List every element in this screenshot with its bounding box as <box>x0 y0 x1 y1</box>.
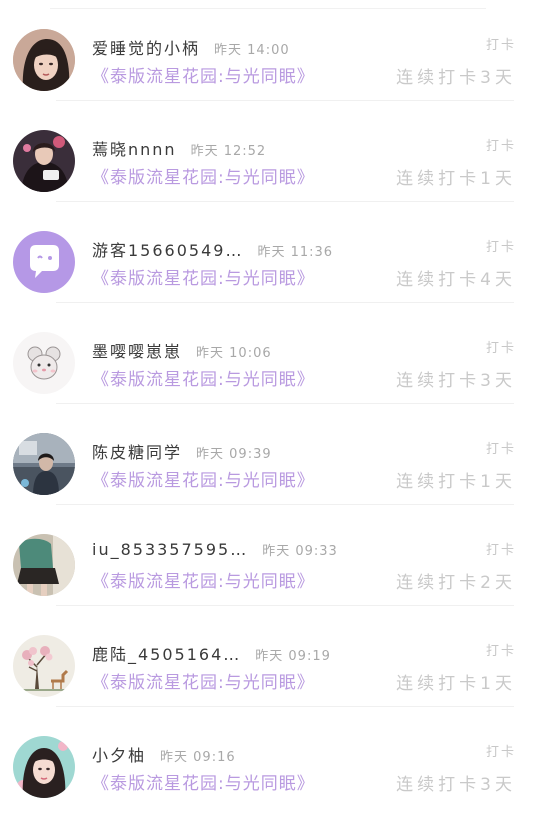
user-name[interactable]: 游客15660549… 昨天 11:36 <box>92 237 333 261</box>
book-title-link[interactable]: 《泰版流星花园:与光同眠》 <box>92 62 315 87</box>
checkin-label: 打卡 <box>485 341 516 356</box>
user-name[interactable]: 墨嘤嘤崽崽 昨天 10:06 <box>92 338 272 362</box>
user-name[interactable]: 蔫晓nnnn 昨天 12:52 <box>92 136 266 160</box>
streak-count: 连续打卡3天 <box>396 371 516 391</box>
list-item[interactable]: iu_853357595… 昨天 09:33 《泰版流星花园:与光同眠》 打卡 连… <box>0 505 536 606</box>
checkin-time: 昨天 12:52 <box>190 144 267 159</box>
list-item[interactable]: 陈皮糖同学 昨天 09:39 《泰版流星花园:与光同眠》 打卡 连续打卡1天 <box>0 404 536 505</box>
book-title-link[interactable]: 《泰版流星花园:与光同眠》 <box>92 466 315 491</box>
checkin-time: 昨天 10:06 <box>196 346 272 361</box>
streak-count: 连续打卡4天 <box>396 270 516 290</box>
checkin-label: 打卡 <box>485 38 516 53</box>
user-name[interactable]: 鹿陆_4505164… 昨天 09:19 <box>92 641 331 665</box>
list-item[interactable]: 蔫晓nnnn 昨天 12:52 《泰版流星花园:与光同眠》 打卡 连续打卡1天 <box>0 101 536 202</box>
streak-count: 连续打卡1天 <box>396 472 516 492</box>
checkin-time: 昨天 11:36 <box>257 245 334 260</box>
girl-portrait-avatar[interactable] <box>13 736 75 798</box>
book-title-link[interactable]: 《泰版流星花园:与光同眠》 <box>92 365 315 390</box>
user-name[interactable]: iu_853357595… 昨天 09:33 <box>92 540 338 559</box>
checkin-label: 打卡 <box>485 240 516 255</box>
green-outfit-avatar[interactable] <box>13 534 75 596</box>
book-title-link[interactable]: 《泰版流星花园:与光同眠》 <box>92 769 315 794</box>
default-chat-bubble-avatar[interactable] <box>13 231 75 293</box>
user-name[interactable]: 爱睡觉的小柄 昨天 14:00 <box>92 35 290 59</box>
mouse-sticker-avatar[interactable] <box>13 332 75 394</box>
checkin-label: 打卡 <box>485 745 516 760</box>
checkin-time: 昨天 09:19 <box>255 649 331 664</box>
list-item[interactable]: 爱睡觉的小柄 昨天 14:00 《泰版流星花园:与光同眠》 打卡 连续打卡3天 <box>0 0 536 101</box>
checkin-label: 打卡 <box>485 644 516 659</box>
book-title-link[interactable]: 《泰版流星花园:与光同眠》 <box>92 567 315 592</box>
checkin-time: 昨天 09:33 <box>262 544 338 559</box>
room-photo-avatar[interactable] <box>13 433 75 495</box>
streak-count: 连续打卡1天 <box>396 674 516 694</box>
list-item[interactable]: 墨嘤嘤崽崽 昨天 10:06 《泰版流星花园:与光同眠》 打卡 连续打卡3天 <box>0 303 536 404</box>
checkin-time: 昨天 14:00 <box>214 43 290 58</box>
girl-dark-hair-avatar[interactable] <box>13 29 75 91</box>
checkin-label: 打卡 <box>485 442 516 457</box>
list-item[interactable]: 鹿陆_4505164… 昨天 09:19 《泰版流星花园:与光同眠》 打卡 连续打… <box>0 606 536 707</box>
list-item[interactable]: 小夕柚 昨天 09:16 《泰版流星花园:与光同眠》 打卡 连续打卡3天 <box>0 707 536 808</box>
girl-photo-avatar[interactable] <box>13 130 75 192</box>
checkin-label: 打卡 <box>485 543 516 558</box>
book-title-link[interactable]: 《泰版流星花园:与光同眠》 <box>92 668 315 693</box>
streak-count: 连续打卡3天 <box>396 775 516 795</box>
user-name[interactable]: 小夕柚 昨天 09:16 <box>92 742 236 766</box>
checkin-label: 打卡 <box>485 139 516 154</box>
checkin-time: 昨天 09:39 <box>196 447 272 462</box>
streak-count: 连续打卡2天 <box>396 573 516 593</box>
book-title-link[interactable]: 《泰版流星花园:与光同眠》 <box>92 264 315 289</box>
user-name[interactable]: 陈皮糖同学 昨天 09:39 <box>92 439 272 463</box>
tree-deer-avatar[interactable] <box>13 635 75 697</box>
streak-count: 连续打卡3天 <box>396 68 516 88</box>
list-item[interactable]: 游客15660549… 昨天 11:36 《泰版流星花园:与光同眠》 打卡 连续打… <box>0 202 536 303</box>
streak-count: 连续打卡1天 <box>396 169 516 189</box>
book-title-link[interactable]: 《泰版流星花园:与光同眠》 <box>92 163 315 188</box>
checkin-time: 昨天 09:16 <box>160 750 236 765</box>
